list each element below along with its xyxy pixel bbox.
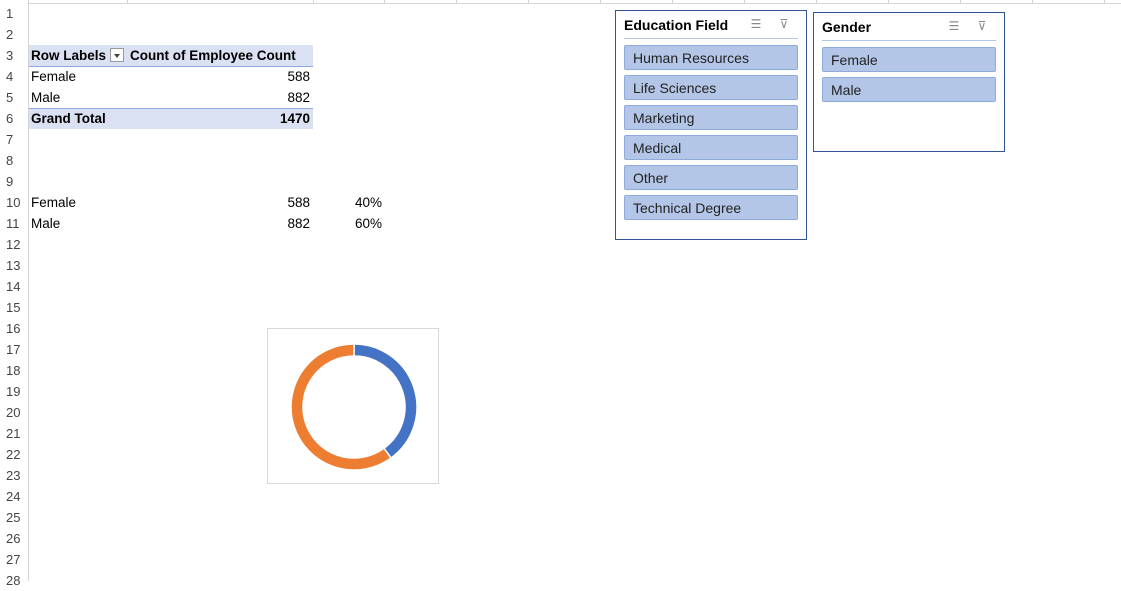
pivot-row-value[interactable]: 882 [240, 87, 310, 108]
row-number[interactable]: 16 [0, 318, 28, 339]
filter-dropdown-icon[interactable] [110, 48, 124, 62]
slicer-item[interactable]: Human Resources [624, 45, 798, 70]
row-number[interactable]: 1 [0, 3, 28, 24]
worksheet[interactable]: 1 2 3 4 5 6 7 8 9 10 11 12 13 14 15 16 17 18 19 20 21 22 23 24 2… [0, 0, 1121, 588]
row-number[interactable]: 5 [0, 87, 28, 108]
pivot-grand-total-label[interactable]: Grand Total [31, 108, 106, 129]
row-number[interactable]: 27 [0, 549, 28, 570]
row-number[interactable]: 17 [0, 339, 28, 360]
slicer-item[interactable]: Technical Degree [624, 195, 798, 220]
column-divider [888, 0, 889, 3]
pivot-row-value[interactable]: 588 [240, 66, 310, 87]
pivot-row-label[interactable]: Male [31, 87, 60, 108]
row-number[interactable]: 26 [0, 528, 28, 549]
row-number[interactable]: 2 [0, 24, 28, 45]
row-number[interactable]: 20 [0, 402, 28, 423]
row-number[interactable]: 25 [0, 507, 28, 528]
row-number[interactable]: 7 [0, 129, 28, 150]
column-divider [816, 0, 817, 3]
slicer-item[interactable]: Female [822, 47, 996, 72]
column-divider [744, 0, 745, 3]
doughnut-slice-male[interactable] [290, 343, 393, 471]
slicer-education-field[interactable]: Education Field ☰ ⊽ Human Resources Life… [615, 10, 807, 240]
summary-value[interactable]: 588 [240, 192, 310, 213]
summary-label[interactable]: Female [31, 192, 76, 213]
row-number[interactable]: 22 [0, 444, 28, 465]
clear-filter-icon[interactable]: ⊽ [974, 18, 990, 34]
doughnut-slice-female[interactable] [353, 343, 418, 460]
column-divider [456, 0, 457, 3]
slicer-title: Education Field [624, 17, 729, 33]
row-number[interactable]: 14 [0, 276, 28, 297]
row-number[interactable]: 13 [0, 255, 28, 276]
slicer-item[interactable]: Marketing [624, 105, 798, 130]
slicer-gender[interactable]: Gender ☰ ⊽ Female Male [813, 12, 1005, 152]
multi-select-icon[interactable]: ☰ [748, 16, 764, 32]
row-number[interactable]: 10 [0, 192, 28, 213]
slicer-item[interactable]: Other [624, 165, 798, 190]
slicer-item[interactable]: Male [822, 77, 996, 102]
column-divider [1104, 0, 1105, 3]
column-divider [528, 0, 529, 3]
row-number[interactable]: 18 [0, 360, 28, 381]
row-number[interactable]: 21 [0, 423, 28, 444]
doughnut-chart[interactable] [267, 328, 439, 484]
pivot-row-labels-header[interactable]: Row Labels [31, 45, 106, 66]
slicer-item[interactable]: Life Sciences [624, 75, 798, 100]
multi-select-icon[interactable]: ☰ [946, 18, 962, 34]
column-divider [672, 0, 673, 3]
pivot-row-label[interactable]: Female [31, 66, 76, 87]
row-number[interactable]: 3 [0, 45, 28, 66]
row-number[interactable]: 8 [0, 150, 28, 171]
row-number[interactable]: 11 [0, 213, 28, 234]
column-header-strip [28, 0, 1121, 4]
slicer-title: Gender [822, 19, 872, 35]
row-number[interactable]: 9 [0, 171, 28, 192]
column-divider [384, 0, 385, 3]
row-number[interactable]: 15 [0, 297, 28, 318]
pivot-value-header[interactable]: Count of Employee Count [130, 45, 296, 66]
slicer-divider [822, 40, 996, 41]
summary-value[interactable]: 882 [240, 213, 310, 234]
row-number[interactable]: 23 [0, 465, 28, 486]
column-divider [960, 0, 961, 3]
row-number[interactable]: 19 [0, 381, 28, 402]
row-number[interactable]: 4 [0, 66, 28, 87]
slicer-item[interactable]: Medical [624, 135, 798, 160]
column-divider [313, 0, 314, 3]
doughnut-chart-svg [290, 343, 418, 471]
row-number[interactable]: 12 [0, 234, 28, 255]
column-divider [127, 0, 128, 3]
pivot-grand-total-value[interactable]: 1470 [240, 108, 310, 129]
column-divider [1032, 0, 1033, 3]
summary-percent[interactable]: 40% [312, 192, 382, 213]
row-number[interactable]: 6 [0, 108, 28, 129]
summary-percent[interactable]: 60% [312, 213, 382, 234]
clear-filter-icon[interactable]: ⊽ [776, 16, 792, 32]
summary-label[interactable]: Male [31, 213, 60, 234]
column-divider [600, 0, 601, 3]
row-number[interactable]: 24 [0, 486, 28, 507]
row-header-column: 1 2 3 4 5 6 7 8 9 10 11 12 13 14 15 16 17 18 19 20 21 22 23 24 2… [0, 0, 29, 588]
slicer-divider [624, 38, 798, 39]
